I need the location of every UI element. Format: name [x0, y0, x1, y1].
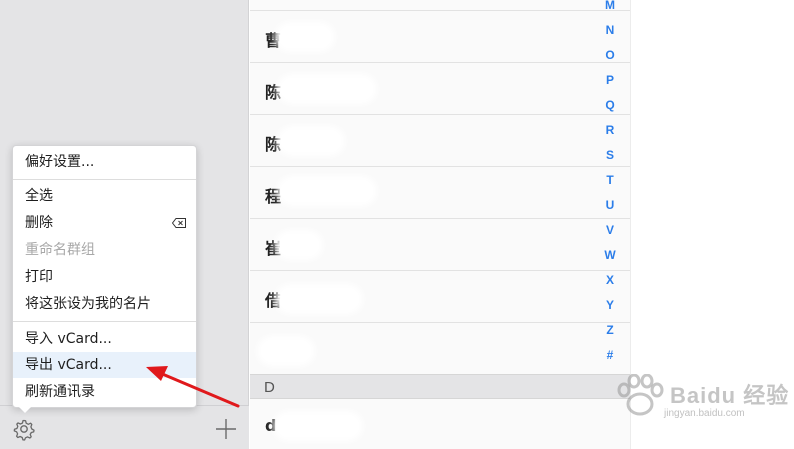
index-letter-q[interactable]: Q	[600, 98, 620, 112]
menu-item-refresh-contacts[interactable]: 刷新通讯录	[13, 379, 196, 405]
redaction-mask	[282, 79, 372, 99]
contact-row[interactable]: 程	[250, 167, 630, 219]
index-letter-t[interactable]: T	[600, 173, 620, 187]
plus-icon	[216, 419, 236, 439]
section-header-letter: D	[264, 379, 275, 396]
redaction-mask	[280, 27, 330, 47]
contact-name: 陈	[265, 83, 282, 102]
contact-name: 陈	[265, 135, 282, 154]
contact-name: d	[265, 416, 277, 435]
settings-menu: 偏好设置... 全选 删除 重命名群组 打印 将这张设为我的名片 导入 vCar…	[12, 145, 197, 408]
menu-pointer	[17, 405, 33, 413]
index-letter-hash[interactable]: #	[600, 348, 620, 362]
contact-row[interactable]: 崔	[250, 219, 630, 271]
redaction-mask	[282, 131, 340, 151]
index-letter-v[interactable]: V	[600, 223, 620, 237]
menu-item-delete[interactable]: 删除	[13, 210, 196, 236]
contact-name: 程	[265, 187, 282, 206]
menu-item-preferences[interactable]: 偏好设置...	[13, 149, 196, 175]
index-letter-y[interactable]: Y	[600, 298, 620, 312]
index-letter-u[interactable]: U	[600, 198, 620, 212]
contact-list: 曹 陈 陈 程 崔 借 D d	[250, 0, 630, 449]
contact-name: 曹	[265, 31, 282, 50]
paw-logo-icon	[617, 374, 664, 416]
watermark: Baidu 经验 jingyan.baidu.com	[612, 372, 792, 432]
contact-row[interactable]: 曹	[250, 11, 630, 63]
menu-separator	[13, 179, 196, 180]
index-letter-n[interactable]: N	[600, 23, 620, 37]
settings-button[interactable]	[12, 417, 36, 441]
menu-separator	[13, 321, 196, 322]
redaction-mask	[278, 416, 358, 436]
index-letter-p[interactable]: P	[600, 73, 620, 87]
redaction-mask	[262, 341, 310, 361]
contact-name: 借	[265, 291, 282, 310]
contact-name: 崔	[265, 239, 282, 258]
redaction-mask	[280, 235, 318, 255]
delete-key-icon	[172, 218, 186, 228]
contact-row[interactable]: 陈	[250, 63, 630, 115]
alphabet-index: M N O P Q R S T U V W X Y Z #	[600, 0, 620, 370]
menu-item-print[interactable]: 打印	[13, 264, 196, 290]
index-letter-x[interactable]: X	[600, 273, 620, 287]
index-letter-w[interactable]: W	[600, 248, 620, 262]
menu-item-delete-label: 删除	[25, 215, 53, 231]
menu-item-make-my-card[interactable]: 将这张设为我的名片	[13, 291, 196, 317]
section-header: D	[250, 374, 630, 399]
index-letter-o[interactable]: O	[600, 48, 620, 62]
menu-item-export-vcard[interactable]: 导出 vCard...	[13, 352, 196, 378]
contact-row[interactable]	[250, 0, 630, 11]
index-letter-z[interactable]: Z	[600, 323, 620, 337]
sidebar-toolbar	[0, 405, 249, 449]
watermark-url: jingyan.baidu.com	[664, 408, 745, 419]
contact-row[interactable]	[250, 323, 630, 375]
index-letter-r[interactable]: R	[600, 123, 620, 137]
redaction-mask	[282, 181, 372, 201]
index-letter-s[interactable]: S	[600, 148, 620, 162]
menu-item-rename-group: 重命名群组	[25, 242, 95, 258]
redaction-mask	[280, 289, 358, 309]
contact-row[interactable]: d	[250, 400, 630, 449]
menu-item-select-all[interactable]: 全选	[13, 183, 196, 209]
gear-icon	[13, 419, 35, 441]
add-contact-button[interactable]	[214, 417, 238, 441]
watermark-title: Baidu 经验	[670, 383, 790, 408]
index-letter-m[interactable]: M	[600, 0, 620, 12]
contact-row[interactable]: 陈	[250, 115, 630, 167]
menu-item-import-vcard[interactable]: 导入 vCard...	[13, 326, 196, 352]
contact-row[interactable]: 借	[250, 271, 630, 323]
